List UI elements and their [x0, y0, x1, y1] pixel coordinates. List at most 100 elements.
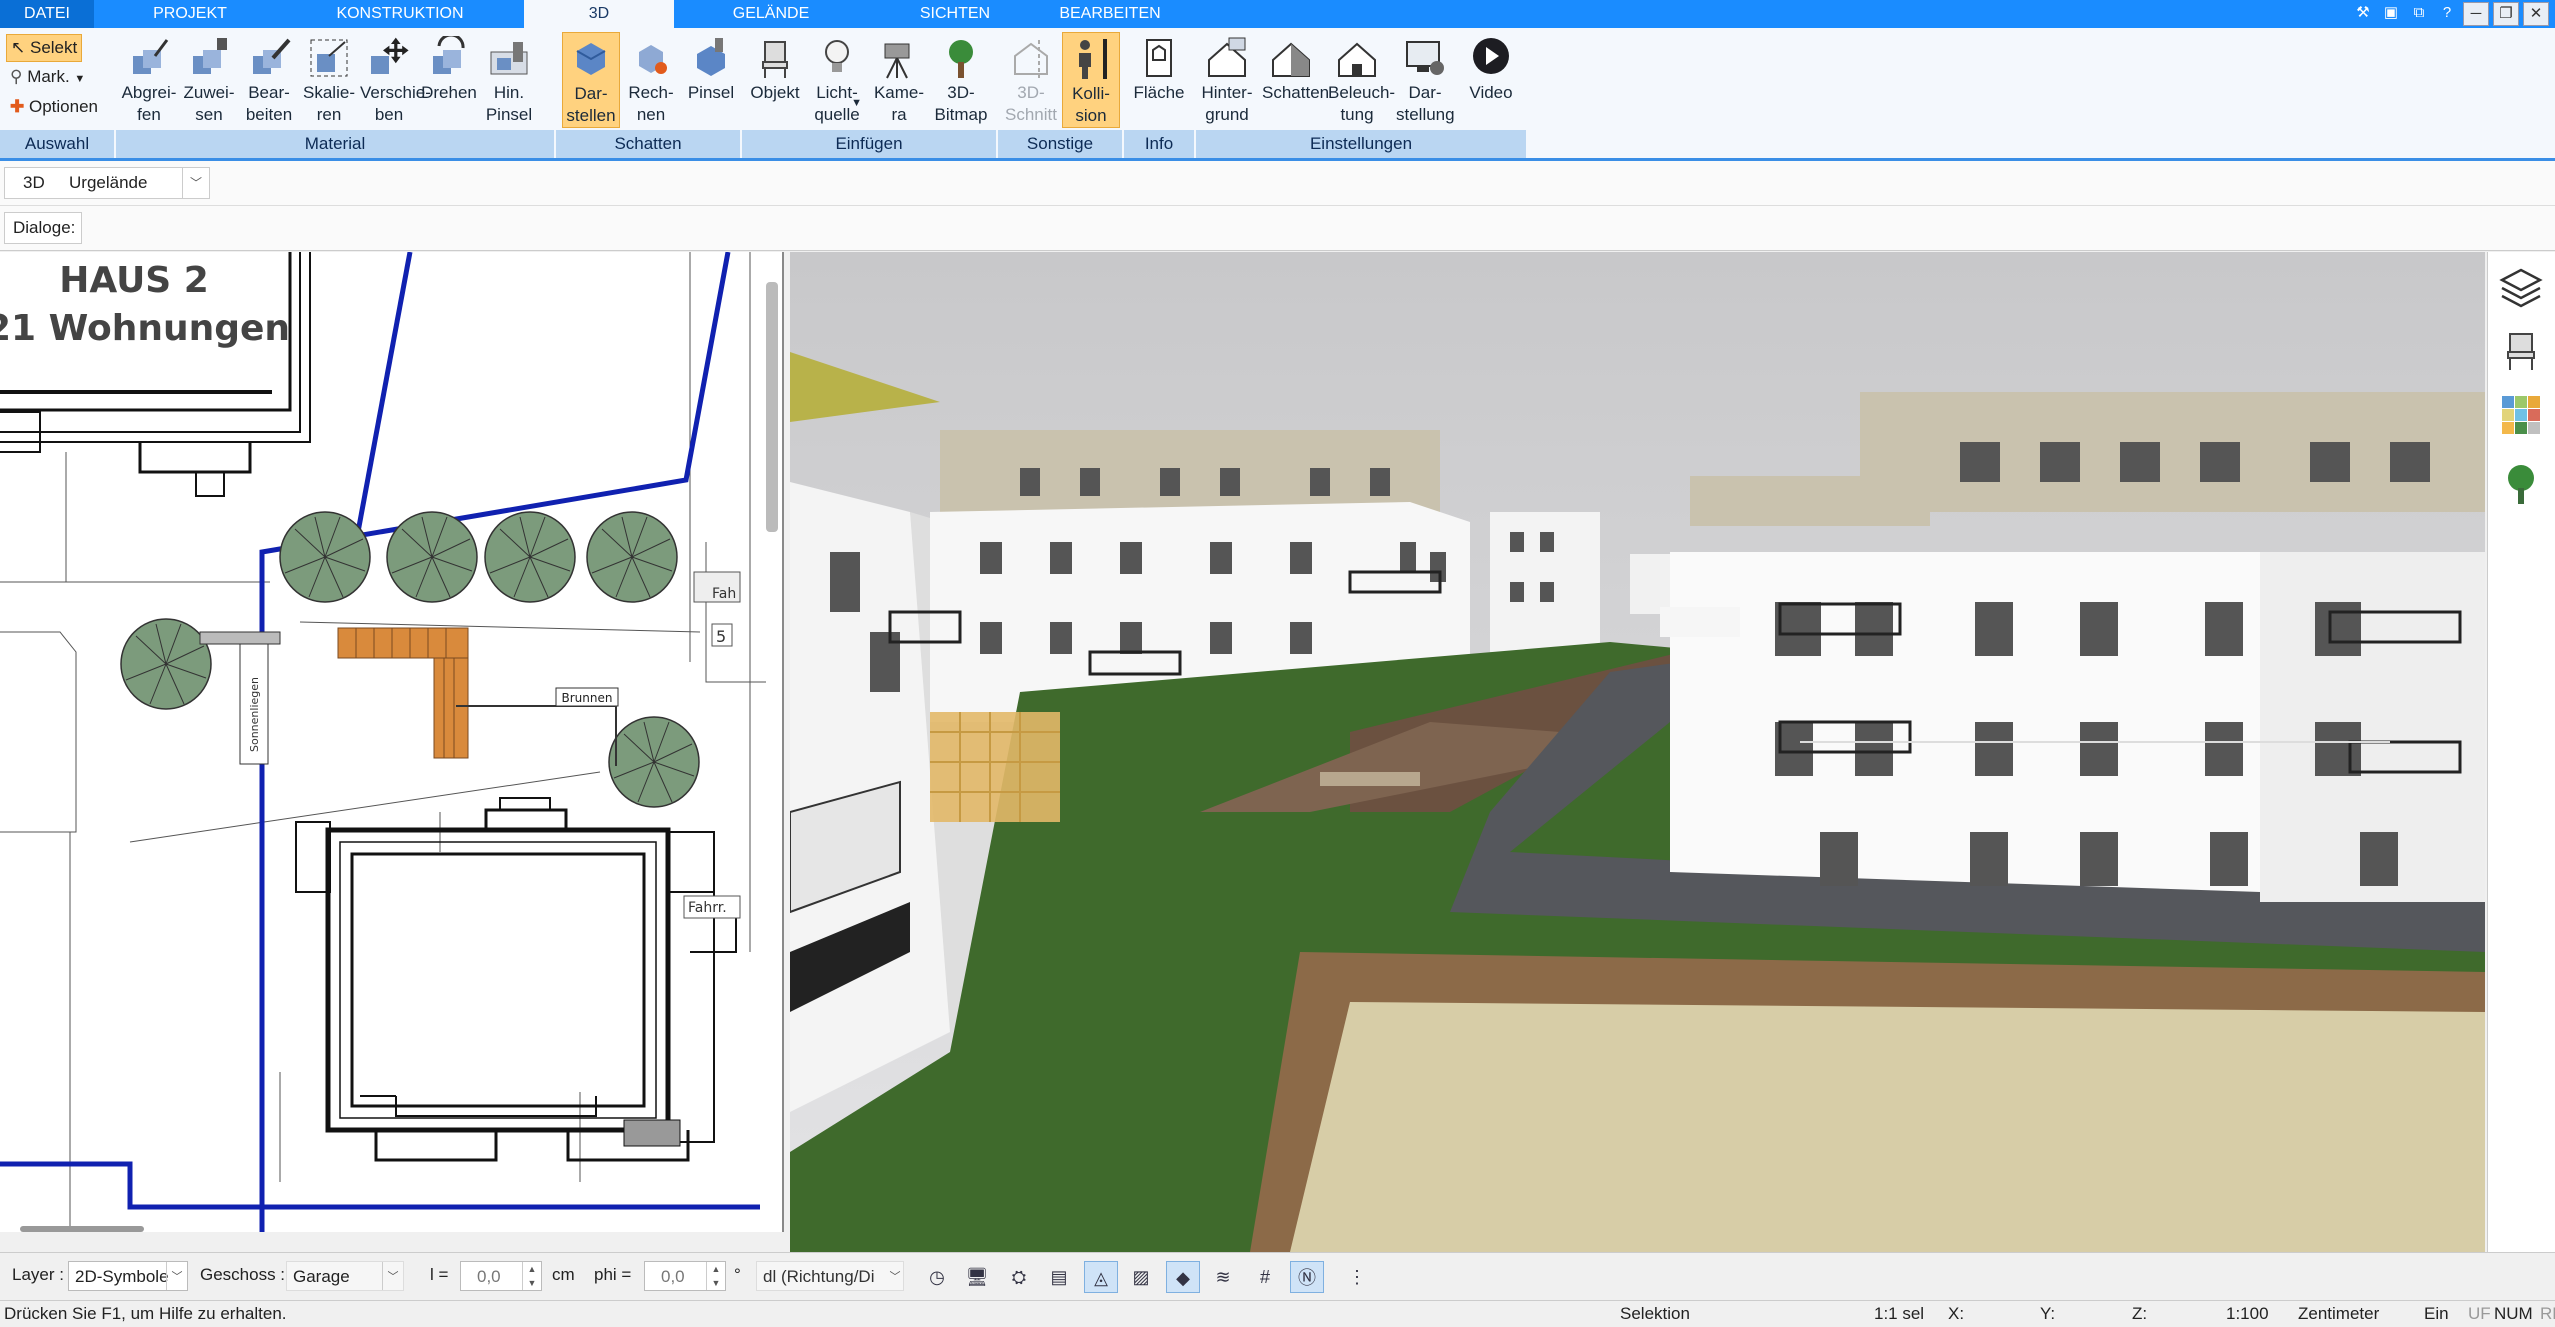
status-sel: 1:1 sel	[1874, 1304, 1925, 1323]
plane-icon[interactable]: ◆	[1166, 1261, 1200, 1293]
3d-view[interactable]	[790, 252, 2485, 1252]
tools-icon[interactable]: ⚒	[2351, 2, 2375, 24]
3d-schnitt-button[interactable]: 3D- Schnitt	[1002, 32, 1060, 128]
spinner-icon[interactable]: ▲ ▼	[706, 1262, 725, 1290]
chevron-down-icon: ﹀	[889, 1271, 901, 1283]
bottom-toolbar: Layer : 2D-Symbole ﹀ Geschoss : Garage ﹀…	[0, 1252, 2555, 1301]
group-label-einstellungen: Einstellungen	[1196, 130, 1528, 158]
section-cut-icon	[1014, 40, 1048, 78]
tab-datei[interactable]: DATEI	[0, 0, 94, 28]
clock-icon[interactable]: ◷	[920, 1261, 954, 1293]
materials-icon[interactable]	[2498, 392, 2544, 438]
hatch-icon[interactable]: ▨	[1124, 1261, 1158, 1293]
restore-icon[interactable]: ⧉	[2407, 2, 2431, 24]
skalieren-button[interactable]: Skalie- ren	[300, 32, 358, 128]
rechnen-label: Rech- nen	[628, 83, 674, 124]
tab-gelaende[interactable]: GELÄNDE	[714, 0, 828, 28]
monitor-icon[interactable]: 🖥	[960, 1261, 994, 1293]
area-icon	[1146, 39, 1172, 77]
shadow-brush-icon	[697, 38, 725, 76]
geschoss-select[interactable]: Garage ﹀	[286, 1261, 404, 1291]
video-button[interactable]: Video	[1462, 32, 1520, 128]
more-options-icon[interactable]: ⋮	[1340, 1261, 1374, 1293]
tree-icon[interactable]	[2498, 460, 2544, 506]
l-label: l =	[430, 1265, 449, 1284]
bearbeiten-button[interactable]: Bear- beiten	[240, 32, 298, 128]
group-label-einfuegen: Einfügen	[742, 130, 998, 158]
maximize-button[interactable]: ❐	[2493, 2, 2519, 26]
darstellen-button[interactable]: Dar- stellen	[562, 32, 620, 128]
tab-sichten[interactable]: SICHTEN	[900, 0, 1010, 28]
unit-cm: cm	[552, 1265, 575, 1284]
north-icon[interactable]: Ⓝ	[1290, 1261, 1324, 1293]
help-icon[interactable]: ?	[2435, 2, 2459, 24]
lighting-house-icon	[1338, 42, 1376, 77]
layer-select[interactable]: 2D-Symbole ﹀	[68, 1261, 188, 1291]
plan-horizontal-scrollbar[interactable]	[20, 1226, 144, 1232]
pergola	[930, 712, 1060, 822]
hintergrund-button[interactable]: Hinter- grund	[1198, 32, 1256, 128]
darstellen-label: Dar- stellen	[566, 84, 616, 125]
drehen-label: Drehen	[421, 83, 477, 102]
geschoss-value: Garage	[293, 1267, 350, 1286]
optionen-button[interactable]: ✚ Optionen	[6, 94, 102, 120]
fahrr-label: Fahrr.	[688, 900, 727, 916]
zuweisen-button[interactable]: Zuwei- sen	[180, 32, 238, 128]
status-z: Z:	[2132, 1304, 2148, 1323]
chevron-down-icon: ﹀	[166, 1262, 187, 1290]
number-label: 5	[716, 627, 726, 646]
menu-bar: DATEI PROJEKT KONSTRUKTION 3D GELÄNDE SI…	[0, 0, 2555, 28]
group-material: Abgrei- fen Zuwei- sen Bear- beiten Skal…	[116, 28, 556, 158]
skalieren-label: Skalie- ren	[303, 83, 355, 124]
chevron-down-icon: ▼	[74, 73, 86, 85]
layers-icon[interactable]	[2498, 266, 2544, 312]
kollision-label: Kolli- sion	[1072, 84, 1110, 125]
pinsel-button[interactable]: Pinsel	[682, 32, 740, 128]
objekt-button[interactable]: Objekt	[746, 32, 804, 128]
minimize-button[interactable]: ─	[2463, 2, 2489, 26]
kollision-button[interactable]: Kolli- sion	[1062, 32, 1120, 128]
tab-projekt[interactable]: PROJEKT	[130, 0, 250, 28]
chair-icon[interactable]	[2498, 328, 2544, 374]
dl-select[interactable]: dl (Richtung/Di ﹀	[756, 1261, 904, 1291]
wave-icon[interactable]: ≋	[1206, 1261, 1240, 1293]
darstellung-button[interactable]: Dar- stellung	[1396, 32, 1455, 128]
l-input[interactable]: 0,0 ▲ ▼	[460, 1261, 542, 1291]
hin-pinsel-button[interactable]: Hin. Pinsel	[480, 32, 538, 128]
window-layout-icon[interactable]: ▣	[2379, 2, 2403, 24]
close-button[interactable]: ✕	[2523, 2, 2549, 26]
plan-vertical-scrollbar[interactable]	[766, 282, 778, 532]
3d-bitmap-button[interactable]: 3D- Bitmap	[932, 32, 990, 128]
phi-label: phi =	[594, 1265, 632, 1284]
beleuchtung-button[interactable]: Beleuch- tung	[1328, 32, 1395, 128]
verschieben-button[interactable]: Verschie- ben	[360, 32, 431, 128]
tab-konstruktion[interactable]: KONSTRUKTION	[320, 0, 480, 28]
tab-bearbeiten[interactable]: BEARBEITEN	[1050, 0, 1170, 28]
fah-label: Fah	[712, 586, 736, 602]
selekt-button[interactable]: ↖ Selekt	[6, 34, 83, 62]
mark-button[interactable]: ⚲ Mark. ▼	[6, 64, 89, 90]
spinner-icon[interactable]: ▲ ▼	[522, 1262, 541, 1290]
terrain-selector[interactable]: 3D Urgelände ﹀	[4, 167, 210, 199]
background-house-icon	[1208, 37, 1246, 77]
l-value: 0,0	[477, 1267, 501, 1286]
floor-plan-view[interactable]: HAUS 2 21 Wohnungen Sonnenliegen Brunnen…	[0, 252, 784, 1232]
dialog-toolbar: Dialoge:	[0, 206, 2555, 251]
tab-3d[interactable]: 3D	[524, 0, 674, 28]
mark-icon: ⚲	[10, 67, 23, 86]
chevron-down-icon[interactable]: ﹀	[182, 168, 209, 198]
layer-value: 2D-Symbole	[75, 1267, 169, 1286]
layer-stack-icon[interactable]: ▤	[1042, 1261, 1076, 1293]
abgreifen-button[interactable]: Abgrei- fen	[120, 32, 178, 128]
rechnen-button[interactable]: Rech- nen	[622, 32, 680, 128]
kamera-button[interactable]: Kame- ra	[870, 32, 928, 128]
grid-icon[interactable]: #	[1248, 1261, 1282, 1293]
drehen-button[interactable]: Drehen	[420, 32, 478, 128]
flaeche-button[interactable]: Fläche	[1130, 32, 1188, 128]
lichtquelle-button[interactable]: Licht- quelle ▼	[808, 32, 866, 128]
group-auswahl: ↖ Selekt ⚲ Mark. ▼ ✚ Optionen Auswahl	[0, 28, 116, 158]
camera-view-icon[interactable]: ⛭	[1002, 1261, 1036, 1293]
phi-input[interactable]: 0,0 ▲ ▼	[644, 1261, 726, 1291]
floor-plane-icon[interactable]: ◬	[1084, 1261, 1118, 1293]
schatten-settings-button[interactable]: Schatten	[1262, 32, 1329, 128]
